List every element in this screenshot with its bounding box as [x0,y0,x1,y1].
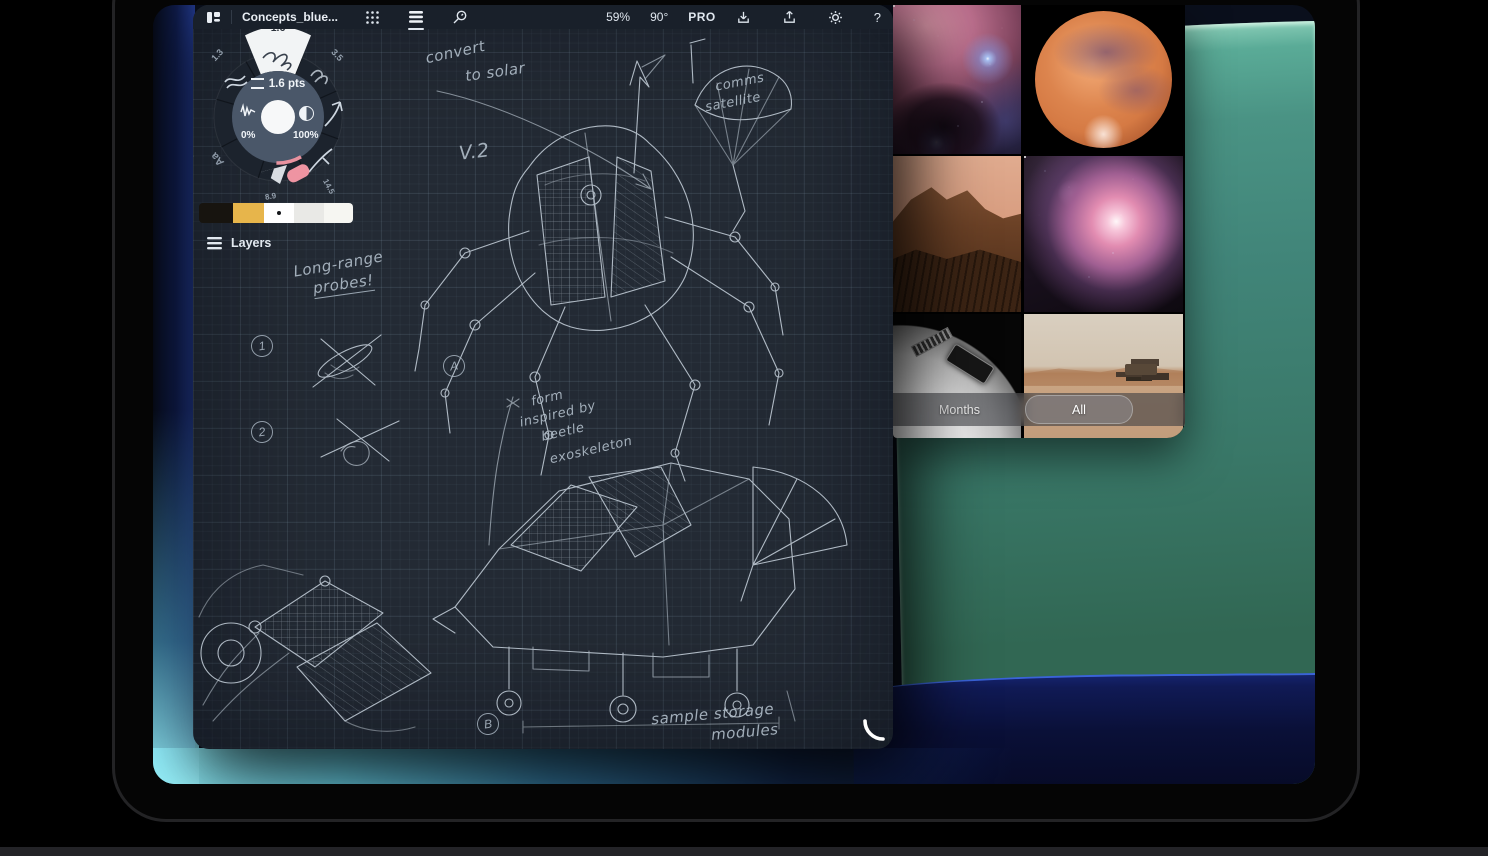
annotation-version: V.2 [458,139,491,165]
ipad-screen: Months All [153,5,1315,784]
photos-zoom-segmented-control: Months All [893,393,1185,426]
segment-all-selected[interactable]: All [1025,395,1133,424]
photo-mars-surface-ridge[interactable] [893,156,1021,312]
sketch-lander-side [433,463,847,733]
document-title[interactable]: Concepts_blue... [231,10,338,24]
gallery-icon[interactable] [205,9,221,25]
swatch-light-gray[interactable] [294,203,324,223]
import-icon[interactable] [736,9,752,25]
smoothing-value: 0% [241,130,255,141]
layers-label: Layers [231,236,271,250]
sketch-probes [313,335,399,465]
help-icon[interactable]: ? [874,10,881,25]
screenshot-stage: Months All [0,0,1488,856]
hamburger-icon [207,237,222,250]
opacity-halfmoon-icon [299,106,314,121]
photos-app-window: Months All [893,5,1185,438]
layers-stack-icon[interactable] [408,9,424,25]
swatch-yellow[interactable] [233,203,264,223]
window-resize-handle[interactable] [862,718,886,742]
color-palette-strip [199,203,353,223]
opacity-value: 100% [293,130,319,141]
concepts-app-window: convert to solar comms satellite V.2 Lon… [193,5,893,749]
swatch-white-selected[interactable] [264,203,294,223]
export-share-icon[interactable] [782,9,798,25]
satellite-body [945,343,995,384]
stroke-width-label: 1.6 pts [193,78,381,90]
swatch-off-white[interactable] [324,203,353,223]
photo-orion-nebula[interactable] [1024,156,1183,312]
photo-horsehead-nebula[interactable] [893,5,1021,154]
layers-button[interactable]: Layers [207,236,271,250]
pro-badge[interactable]: PRO [688,10,716,24]
fill-size-label: 8.9 [264,191,277,202]
segment-months[interactable]: Months [939,403,980,417]
pen-mode-icon[interactable] [452,9,468,25]
precision-grid-icon[interactable] [364,9,380,25]
sketch-comms-satellite [690,39,792,231]
brush-tool-wheel[interactable]: Aa 1.6 1.3 3.5 14.5 8.9 1.6 pts [193,14,381,220]
rover-silhouette [1125,364,1157,375]
satellite-solar-panel [911,327,954,357]
sketch-arm-detail [199,565,431,731]
stroke-width-icon [251,78,264,89]
ipad-device-frame: Months All [112,0,1360,822]
swatch-black[interactable] [199,203,233,223]
wheel-center-button[interactable] [261,100,295,134]
wallpaper-cyan-glow [153,748,1315,784]
mars-planet-image [1035,11,1172,148]
desk-reflection-strip [0,847,1488,856]
photo-mars-globe[interactable] [1024,5,1183,154]
rotation-readout[interactable]: 90° [650,10,668,24]
concepts-toolbar: Concepts_blue... 59% [193,5,893,29]
zoom-level-readout[interactable]: 59% [606,10,630,24]
settings-gear-icon[interactable] [828,9,844,25]
